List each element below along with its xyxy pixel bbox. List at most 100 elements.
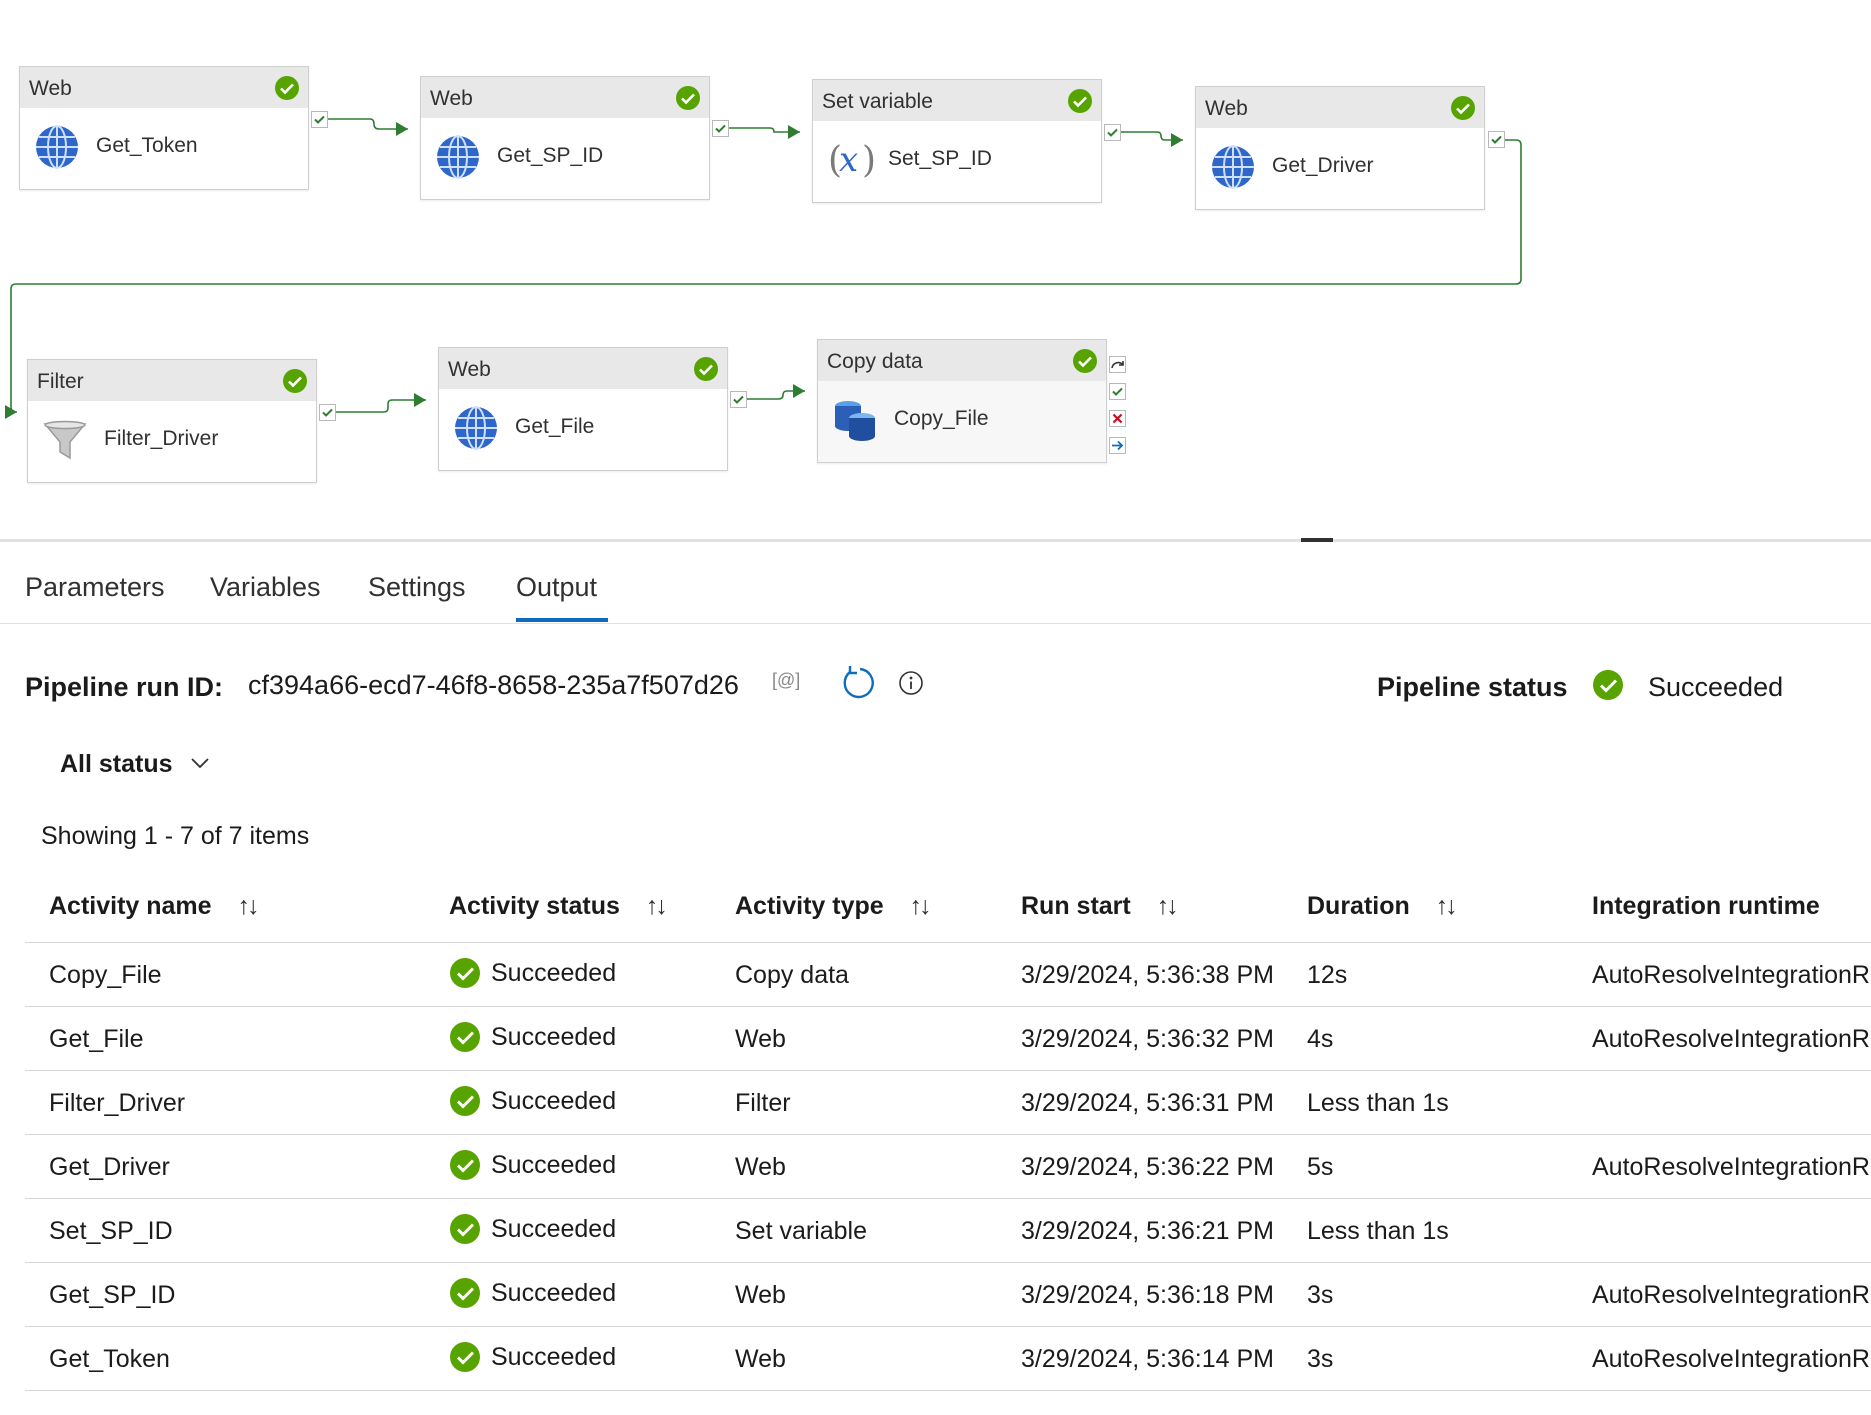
activity-node-get-file[interactable]: Web Get_File — [438, 347, 728, 471]
success-check-icon — [450, 1022, 480, 1052]
duration-cell: 4s — [1307, 1025, 1334, 1053]
success-check-icon — [275, 76, 299, 100]
status-text: Succeeded — [491, 1022, 617, 1051]
duration-cell: 3s — [1307, 1281, 1334, 1309]
database-icon — [835, 401, 875, 441]
connector-arrowhead — [793, 384, 805, 398]
table-row[interactable]: Get_File Succeeded Web 3/29/2024, 5:36:32 P… — [25, 1007, 1871, 1071]
integration-runtime-cell: AutoResolveIntegrationRuntime — [1592, 1025, 1871, 1053]
node-type-label: Web — [430, 87, 473, 110]
activity-node-copy-file[interactable]: Copy data Copy_File — [817, 339, 1107, 463]
activity-name-cell[interactable]: Filter_Driver — [49, 1089, 185, 1118]
variable-icon: (x) — [828, 140, 874, 181]
activity-status-cell: Succeeded — [449, 1277, 616, 1309]
connector-arrowhead — [396, 122, 408, 136]
success-check-icon — [283, 369, 307, 393]
activity-name-cell[interactable]: Get_Token — [49, 1345, 170, 1374]
success-check-icon — [450, 1278, 480, 1308]
activity-status-cell: Succeeded — [449, 1341, 616, 1373]
column-header-duration[interactable]: Duration ↑↓ — [1307, 892, 1458, 921]
activity-name-cell[interactable]: Set_SP_ID — [49, 1217, 173, 1246]
activity-type-cell: Copy data — [735, 961, 849, 989]
activity-status-cell: Succeeded — [449, 1213, 616, 1245]
refresh-icon[interactable] — [838, 664, 876, 702]
column-header-activity-type[interactable]: Activity type ↑↓ — [735, 892, 932, 921]
table-row[interactable]: Get_Driver Succeeded Web 3/29/2024, 5:36:22… — [25, 1135, 1871, 1199]
activity-node-get-sp-id[interactable]: Web Get_SP_ID — [420, 76, 710, 200]
success-port-set-sp-id[interactable] — [1104, 124, 1121, 141]
globe-icon — [455, 406, 497, 450]
activity-type-cell: Web — [735, 1345, 786, 1373]
success-port-get-driver[interactable] — [1488, 131, 1505, 148]
activity-status-cell: Succeeded — [449, 1149, 616, 1181]
cross-icon — [1112, 413, 1123, 424]
success-check-icon — [450, 958, 480, 988]
pipeline-canvas[interactable]: Web Get_Token Web Get_SP_ID Set variable… — [0, 0, 1871, 545]
activity-node-filter-driver[interactable]: Filter Filter_Driver — [27, 359, 317, 483]
globe-icon — [1212, 145, 1254, 189]
column-header-label: Run start — [1021, 892, 1131, 920]
tab-variables[interactable]: Variables — [210, 572, 321, 603]
column-header-activity-name[interactable]: Activity name ↑↓ — [49, 892, 260, 921]
activity-node-set-sp-id[interactable]: Set variable (x) Set_SP_ID — [812, 79, 1102, 203]
success-port-copy-file[interactable] — [1109, 383, 1126, 400]
activity-name-cell[interactable]: Get_Driver — [49, 1153, 170, 1182]
activity-node-get-driver[interactable]: Web Get_Driver — [1195, 86, 1485, 210]
sort-arrows-icon: ↑↓ — [237, 892, 260, 920]
column-header-activity-status[interactable]: Activity status ↑↓ — [449, 892, 668, 921]
column-header-label: Activity status — [449, 892, 620, 920]
success-port-get-sp-id[interactable] — [712, 120, 729, 137]
table-row[interactable]: Copy_File Succeeded Copy data 3/29/2024, 5:… — [25, 943, 1871, 1007]
node-name-label: Filter_Driver — [104, 427, 219, 450]
skip-arrow-icon — [1111, 361, 1124, 369]
node-type-label: Filter — [37, 370, 84, 393]
tab-parameters[interactable]: Parameters — [25, 572, 165, 603]
check-icon — [1112, 387, 1123, 396]
info-icon[interactable] — [898, 670, 924, 696]
success-port-filter-driver[interactable] — [319, 404, 336, 421]
check-icon — [322, 408, 333, 417]
failure-port-copy-file[interactable] — [1109, 410, 1126, 427]
duration-cell: 12s — [1307, 961, 1348, 989]
pipeline-run-id-label: Pipeline run ID: — [25, 672, 224, 702]
node-type-label: Web — [1205, 97, 1248, 120]
connector-wire[interactable] — [336, 399, 426, 413]
status-filter-dropdown[interactable]: All status — [60, 750, 173, 779]
connector-arrowhead — [414, 393, 426, 407]
chevron-down-icon[interactable] — [190, 756, 210, 770]
run-start-cell: 3/29/2024, 5:36:21 PM — [1021, 1217, 1274, 1245]
panel-splitter[interactable] — [0, 539, 1871, 542]
success-check-icon — [1073, 349, 1097, 373]
globe-icon — [437, 135, 479, 179]
check-icon — [715, 124, 726, 133]
activity-name-cell[interactable]: Get_SP_ID — [49, 1281, 175, 1310]
node-name-label: Get_File — [515, 415, 595, 438]
sort-arrows-icon: ↑↓ — [909, 892, 932, 920]
column-header-run-start[interactable]: Run start ↑↓ — [1021, 892, 1179, 921]
check-icon — [1107, 128, 1118, 137]
success-check-icon — [1451, 96, 1475, 120]
success-check-icon — [450, 1086, 480, 1116]
table-row[interactable]: Get_SP_ID Succeeded Web 3/29/2024, 5:36:18 … — [25, 1263, 1871, 1327]
completion-port-copy-file[interactable] — [1109, 437, 1126, 454]
activity-type-cell: Web — [735, 1153, 786, 1181]
table-row[interactable]: Filter_Driver Succeeded Filter 3/29/2024, 5… — [25, 1071, 1871, 1135]
success-port-get-token[interactable] — [311, 111, 328, 128]
copy-run-id-icon[interactable]: [@] — [772, 670, 800, 691]
activity-type-cell: Web — [735, 1281, 786, 1309]
activity-node-get-token[interactable]: Web Get_Token — [19, 66, 309, 190]
tab-output[interactable]: Output — [516, 572, 597, 603]
table-row[interactable]: Set_SP_ID Succeeded Set variable 3/29/2024,… — [25, 1199, 1871, 1263]
pipeline-run-id-value: cf394a66-ecd7-46f8-8658-235a7f507d26 — [248, 670, 739, 700]
success-port-get-file[interactable] — [730, 391, 747, 408]
table-row[interactable]: Get_Token Succeeded Web 3/29/2024, 5:36:14 … — [25, 1327, 1871, 1391]
status-text: Succeeded — [491, 1342, 617, 1371]
splitter-grip[interactable] — [1301, 538, 1333, 542]
skip-port-copy-file[interactable] — [1109, 356, 1126, 373]
tab-settings[interactable]: Settings — [368, 572, 466, 603]
activity-name-cell[interactable]: Get_File — [49, 1025, 143, 1054]
column-header-label: Duration — [1307, 892, 1410, 920]
activity-type-cell: Web — [735, 1025, 786, 1053]
column-header-integration-runtime[interactable]: Integration runtime — [1592, 892, 1820, 921]
activity-name-cell[interactable]: Copy_File — [49, 961, 162, 990]
